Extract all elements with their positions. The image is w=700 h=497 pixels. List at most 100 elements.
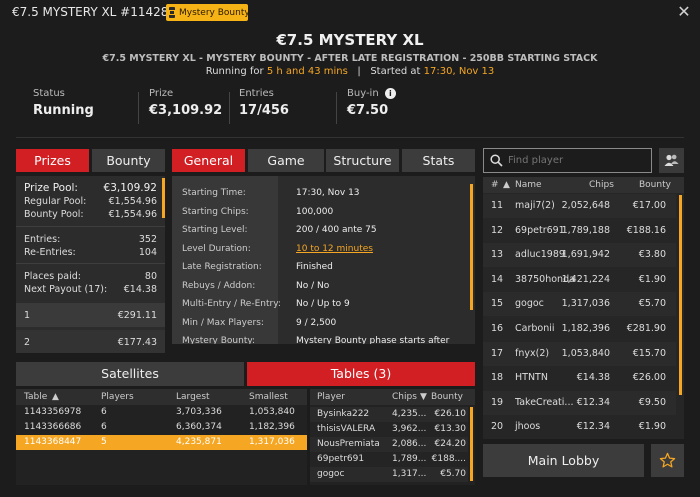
player-row[interactable]: 13 adluc1989 1,691,942 €3.80	[483, 243, 676, 268]
cell-chips: 1,691,942	[561, 249, 610, 261]
player-row[interactable]: 12 69petr691 1,789,188 €188.16	[483, 218, 676, 243]
cell-name: Carbonii	[515, 323, 555, 334]
cell-name: gogoc	[515, 298, 544, 310]
col-rank[interactable]: #	[491, 177, 499, 193]
main-lobby-button[interactable]: Main Lobby	[483, 444, 644, 477]
cell-players: 5	[101, 437, 107, 447]
payout-amount: €177.43	[117, 336, 157, 348]
col-chips[interactable]: Chips	[589, 177, 614, 193]
prizes-panel: Prize Pool: €3,109.92 Regular Pool: €1,554…	[16, 176, 165, 353]
tab-game[interactable]: Game	[248, 149, 324, 172]
tab-satellites[interactable]: Satellites	[16, 362, 244, 386]
sort-icon[interactable]: ▼	[420, 389, 427, 405]
cell-bounty: €188.16	[626, 224, 666, 236]
entries-row: Entries: 352	[24, 234, 157, 245]
col-bounty[interactable]: Bounty	[431, 389, 463, 405]
cell-bounty: €1.90	[638, 273, 666, 285]
prize-pool-value: €3,109.92	[103, 182, 157, 194]
cell-chips: 3,962...	[392, 424, 427, 434]
next-payout-label: Next Payout (17):	[24, 284, 108, 295]
table-player-row[interactable]: Bysinka222 4,235... €26.10	[310, 407, 468, 422]
col-player[interactable]: Player	[317, 389, 345, 405]
col-smallest[interactable]: Smallest	[249, 389, 288, 405]
player-row[interactable]: 14 38750honda 1,421,224 €1.90	[483, 267, 676, 292]
cell-bounty: €15.70	[632, 347, 666, 359]
payout-amount: €291.11	[117, 309, 157, 321]
started-time: 17:30, Nov 13	[423, 66, 495, 77]
tab-stats[interactable]: Stats	[402, 149, 475, 172]
tab-general[interactable]: General	[172, 149, 245, 172]
users-icon	[664, 154, 679, 166]
tables-header: Table ▲ Players Largest Smallest	[16, 389, 307, 405]
cell-bounty: €26.00	[632, 372, 666, 384]
general-value: Finished	[296, 262, 333, 272]
scrollbar[interactable]	[470, 407, 473, 481]
reentries-label: Re-Entries:	[24, 247, 76, 258]
search-box[interactable]	[483, 148, 652, 173]
player-row[interactable]: 20 jhoos €12.34 €1.90	[483, 415, 676, 439]
cell-bounty: €3.80	[638, 249, 666, 261]
stat-label: Entries	[239, 88, 274, 99]
table-player-row[interactable]: 69petr691 1,789... €188....	[310, 452, 468, 467]
tab-bounty[interactable]: Bounty	[92, 149, 165, 172]
general-row: Rebuys / Addon: No / No	[182, 277, 458, 295]
col-table[interactable]: Table	[24, 389, 47, 405]
level-duration-link[interactable]: 10 to 12 minutes	[296, 240, 373, 258]
table-player-row[interactable]: gogoc 1,317... €5.70	[310, 467, 468, 482]
player-row[interactable]: 19 TakeCreati... €12.34 €9.50	[483, 390, 676, 415]
col-bounty[interactable]: Bounty	[639, 177, 671, 193]
sort-icon[interactable]: ▲	[52, 389, 59, 405]
general-value: No / Up to 9	[296, 299, 350, 309]
buyin-label: Buy-in	[347, 88, 379, 99]
table-player-row[interactable]: thisisVALERA 3,962... €13.30	[310, 422, 468, 437]
cell-rank: 20	[491, 421, 504, 433]
table-player-row[interactable]: NousPremiata 2,086... €24.20	[310, 437, 468, 452]
cell-bounty: €5.70	[440, 469, 466, 479]
stat-value: €7.50	[347, 103, 389, 118]
player-row[interactable]: 15 gogoc 1,317,036 €5.70	[483, 292, 676, 317]
player-row[interactable]: 18 HTNTN €14.38 €26.00	[483, 366, 676, 391]
col-chips[interactable]: Chips	[392, 389, 417, 405]
places-paid-row: Places paid: 80	[24, 271, 157, 282]
player-row[interactable]: 16 Carbonii 1,182,396 €281.90	[483, 317, 676, 341]
payout-row: 1 €291.11	[16, 303, 165, 327]
table-row[interactable]: 1143356978 6 3,703,336 1,053,840	[16, 405, 307, 420]
player-row[interactable]: 17 fnyx(2) 1,053,840 €15.70	[483, 341, 676, 366]
scrollbar[interactable]	[470, 184, 473, 310]
cell-bounty: €1.90	[638, 421, 666, 433]
cell-chips: 4,235...	[392, 409, 427, 419]
close-icon[interactable]: ✕	[676, 3, 692, 21]
divider	[336, 92, 337, 124]
tab-structure[interactable]: Structure	[326, 149, 399, 172]
scrollbar[interactable]	[162, 178, 165, 218]
col-name[interactable]: Name	[515, 177, 542, 193]
tables-list: Table ▲ Players Largest Smallest 1143356…	[16, 389, 307, 485]
info-icon[interactable]: i	[384, 88, 396, 99]
scrollbar[interactable]	[679, 195, 682, 395]
table-row[interactable]: 1143368447 5 4,235,871 1,317,036	[16, 435, 307, 450]
mystery-bounty-badge: Mystery Bounty	[166, 4, 250, 21]
tab-tables[interactable]: Tables (3)	[247, 362, 475, 386]
col-players[interactable]: Players	[101, 389, 134, 405]
tab-prizes[interactable]: Prizes	[16, 149, 89, 172]
tournament-header: €7.5 MYSTERY XL €7.5 MYSTERY XL - MYSTER…	[0, 26, 700, 84]
friends-button[interactable]	[659, 148, 684, 173]
cell-player: 69petr691	[317, 454, 365, 464]
stat-buyin: Buy-in i €7.50	[347, 88, 396, 128]
cell-largest: 3,703,336	[176, 407, 222, 417]
general-key: Mystery Bounty:	[182, 336, 256, 344]
sort-icon[interactable]: ▲	[503, 177, 510, 193]
general-key: Starting Level:	[182, 225, 248, 235]
cell-name: maji7(2)	[515, 200, 555, 211]
table-players-header: Player Chips ▼ Bounty	[310, 389, 475, 405]
stat-value: Running	[33, 103, 94, 118]
cell-smallest: 1,053,840	[249, 407, 295, 417]
table-row[interactable]: 1143366686 6 6,360,374 1,182,396	[16, 420, 307, 435]
col-largest[interactable]: Largest	[176, 389, 210, 405]
cell-table: 1143356978	[24, 407, 82, 417]
find-player-input[interactable]	[508, 152, 648, 169]
general-row: Starting Time: 17:30, Nov 13	[182, 184, 458, 202]
favorite-button[interactable]	[651, 444, 684, 477]
player-row[interactable]: 11 maji7(2) 2,052,648 €17.00	[483, 194, 676, 218]
running-info: Running for 5 h and 43 mins | Started at…	[0, 66, 700, 77]
